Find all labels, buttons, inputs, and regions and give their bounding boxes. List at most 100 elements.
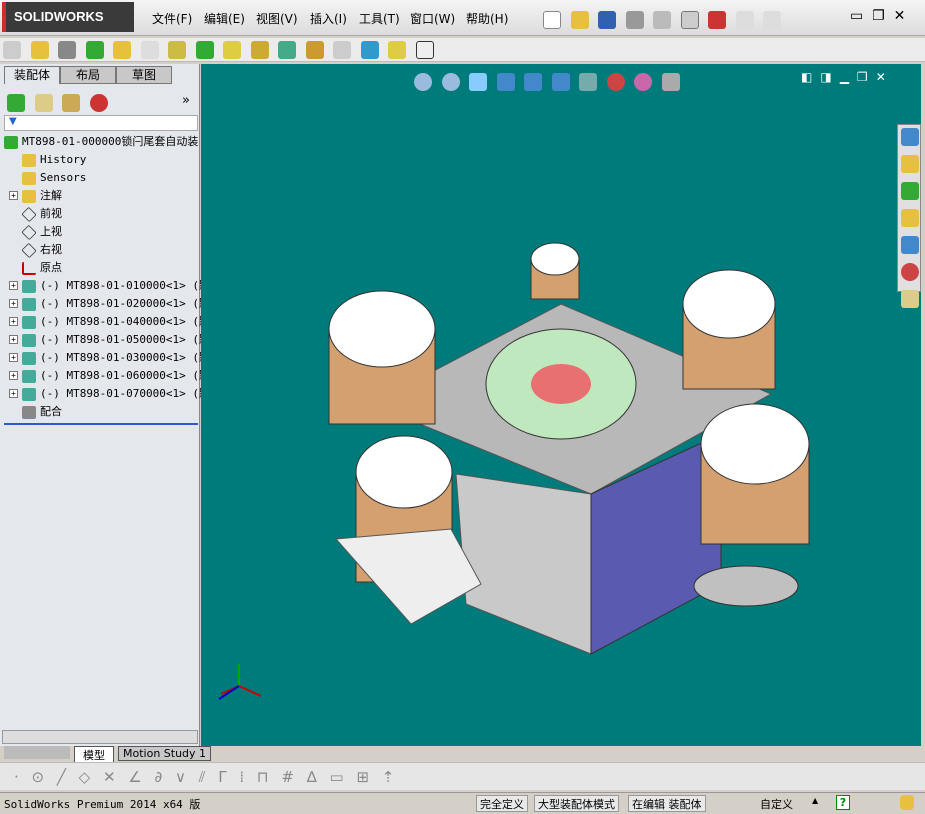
graphics-viewport[interactable]: ◧◨▁❐✕ <box>201 64 921 746</box>
subassembly-icon <box>22 351 36 365</box>
tab-scroll-arrows[interactable] <box>4 746 70 759</box>
tree-item[interactable]: + (-) MT898-01-040000<1> (默 <box>2 313 202 331</box>
expand-icon[interactable]: + <box>9 317 18 326</box>
tree-item[interactable]: 配合 <box>2 403 202 421</box>
expand-icon[interactable]: + <box>9 335 18 344</box>
tree-item[interactable]: + (-) MT898-01-050000<1> (默 <box>2 331 202 349</box>
tab-motion-study[interactable]: Motion Study 1 <box>118 746 212 761</box>
tree-item[interactable]: + (-) MT898-01-020000<1> (默 <box>2 295 202 313</box>
feature-manager-icon[interactable] <box>7 94 25 112</box>
tree-item[interactable]: 前视 <box>2 205 202 223</box>
origin-icon <box>22 261 36 275</box>
plane-icon <box>21 242 37 258</box>
menu-item[interactable]: 插入(I) <box>310 10 347 27</box>
units-arrow-icon[interactable]: ▲ <box>812 796 818 805</box>
tree-item[interactable]: 原点 <box>2 259 202 277</box>
open-icon[interactable] <box>570 11 589 29</box>
instant3d-icon[interactable] <box>415 41 434 59</box>
tree-item-label: 注解 <box>40 189 62 202</box>
assembly-features-icon[interactable] <box>195 41 214 59</box>
property-manager-icon[interactable] <box>34 94 53 112</box>
insert-component-icon[interactable] <box>3 41 21 59</box>
subassembly-icon <box>22 369 36 383</box>
tab-layout[interactable]: 布局 <box>60 66 116 84</box>
tree-item-label: 原点 <box>40 261 62 274</box>
tree-item[interactable]: 上视 <box>2 223 202 241</box>
expand-chevron-icon[interactable]: » <box>182 93 190 108</box>
tree-item[interactable]: + (-) MT898-01-030000<1> (默 <box>2 349 202 367</box>
help-icon[interactable]: ? <box>836 795 850 810</box>
rollback-bar[interactable] <box>4 423 198 425</box>
subassembly-icon <box>22 387 36 401</box>
reference-geometry-icon[interactable] <box>223 41 241 59</box>
expand-icon[interactable]: + <box>9 281 18 290</box>
move-component-icon[interactable] <box>140 41 159 59</box>
new-part-icon[interactable] <box>30 41 49 59</box>
configuration-manager-icon[interactable] <box>62 94 80 112</box>
filter-icon[interactable]: ▼ <box>4 115 198 131</box>
expand-icon[interactable]: + <box>9 371 18 380</box>
tree-item-label: (-) MT898-01-020000<1> (默 <box>40 297 202 310</box>
tree-item[interactable]: + (-) MT898-01-060000<1> (默 <box>2 367 202 385</box>
display-manager-icon[interactable] <box>89 94 108 112</box>
tree-item-label: (-) MT898-01-010000<1> (默 <box>40 279 202 292</box>
menu-item[interactable]: 窗口(W) <box>410 10 455 27</box>
save-icon[interactable] <box>598 11 616 29</box>
show-hidden-icon[interactable] <box>168 41 186 59</box>
minimize-icon[interactable]: ▭ <box>850 8 863 24</box>
solidworks-logo[interactable]: SOLIDWORKS <box>2 2 134 32</box>
standard-toolbar <box>540 8 870 29</box>
menu-item[interactable]: 文件(F) <box>152 10 192 27</box>
subassembly-icon <box>22 333 36 347</box>
interference-icon[interactable] <box>360 41 379 59</box>
sketch-tools[interactable]: · ⊙ ╱ ◇ ✕ ∠ ∂ ∨ ⫽ Γ ⁞ ⊓ # ∆ ▭ ⊞ ⇡ <box>14 768 398 786</box>
tree-item[interactable]: 右视 <box>2 241 202 259</box>
select-icon[interactable] <box>680 11 699 29</box>
explode-line-icon[interactable] <box>333 41 351 59</box>
close-icon[interactable]: ✕ <box>894 8 906 24</box>
tree-root[interactable]: MT898-01-000000锁闩尾套自动装 <box>2 133 202 151</box>
exploded-view-icon[interactable] <box>305 41 324 59</box>
status-bar: SolidWorks Premium 2014 x64 版 完全定义 大型装配体… <box>0 792 925 814</box>
tag-icon[interactable] <box>900 795 914 810</box>
clearance-icon[interactable] <box>388 41 406 59</box>
rebuild-icon[interactable] <box>708 11 726 29</box>
tree-item[interactable]: + (-) MT898-01-010000<1> (默 <box>2 277 202 295</box>
tab-sketch[interactable]: 草图 <box>116 66 172 84</box>
subassembly-icon <box>22 315 36 329</box>
tree-item[interactable]: + 注解 <box>2 187 202 205</box>
print-icon[interactable] <box>625 11 644 29</box>
options-icon[interactable] <box>735 11 754 29</box>
menu-item[interactable]: 编辑(E) <box>204 10 245 27</box>
tree-item-label: (-) MT898-01-040000<1> (默 <box>40 315 202 328</box>
linear-pattern-icon[interactable] <box>85 41 104 59</box>
mate-icon[interactable] <box>58 41 76 59</box>
status-large-assembly-mode: 大型装配体模式 <box>534 795 619 812</box>
mates-icon <box>22 405 36 419</box>
menu-item[interactable]: 工具(T) <box>359 10 400 27</box>
tree-item[interactable]: + (-) MT898-01-070000<1> (默 <box>2 385 202 403</box>
restore-icon[interactable]: ❐ <box>872 8 885 24</box>
subassembly-icon <box>22 297 36 311</box>
new-motion-study-icon[interactable] <box>250 41 269 59</box>
tree-root-label: MT898-01-000000锁闩尾套自动装 <box>22 135 199 148</box>
units-selector[interactable]: 自定义 <box>760 796 793 812</box>
expand-icon[interactable]: + <box>9 191 18 200</box>
tree-item[interactable]: History <box>2 151 202 169</box>
tab-assembly[interactable]: 装配体 <box>4 66 60 84</box>
menu-item[interactable]: 视图(V) <box>256 10 298 27</box>
tree-item[interactable]: Sensors <box>2 169 202 187</box>
expand-icon[interactable]: + <box>9 389 18 398</box>
new-document-icon[interactable] <box>543 11 561 29</box>
subassembly-icon <box>22 279 36 293</box>
expand-icon[interactable]: + <box>9 299 18 308</box>
window-controls: ▭ ❐ ✕ <box>850 8 905 24</box>
expand-icon[interactable]: + <box>9 353 18 362</box>
smart-fasteners-icon[interactable] <box>113 41 131 59</box>
horizontal-scrollbar[interactable] <box>2 730 198 744</box>
menu-item[interactable]: 帮助(H) <box>466 10 508 27</box>
bill-of-materials-icon[interactable] <box>278 41 296 59</box>
undo-icon[interactable] <box>653 11 671 29</box>
help-icon[interactable] <box>763 11 781 29</box>
assembly-model-render[interactable] <box>201 64 921 746</box>
